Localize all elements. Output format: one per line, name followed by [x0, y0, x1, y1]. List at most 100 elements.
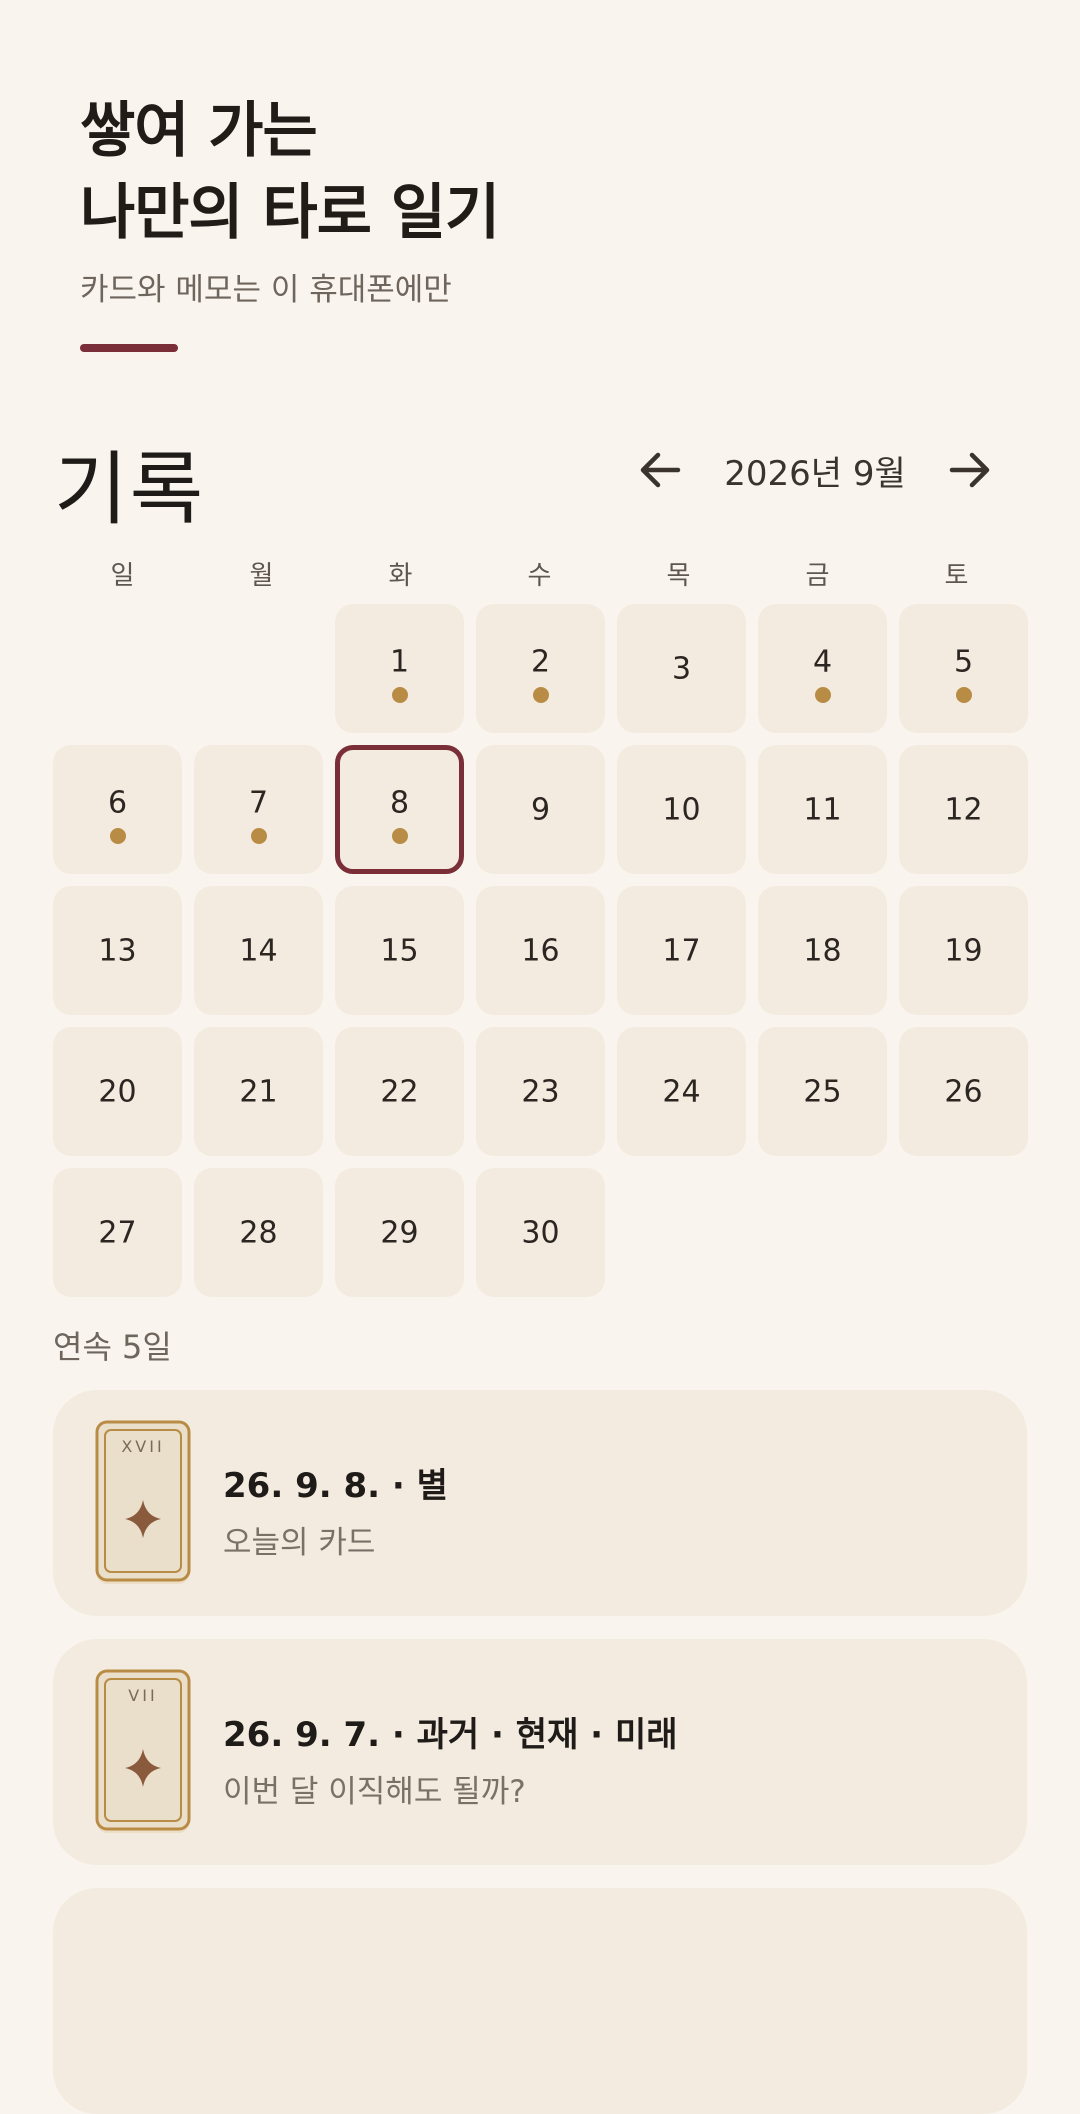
page-title: 쌓여 가는 나만의 타로 일기 — [80, 90, 500, 254]
day-number: 20 — [98, 1074, 137, 1109]
calendar-day[interactable]: 1 — [335, 604, 464, 733]
calendar-day[interactable]: 11 — [758, 745, 887, 874]
calendar-day[interactable]: 12 — [899, 745, 1028, 874]
day-number: 19 — [944, 933, 983, 968]
day-number: 24 — [662, 1074, 701, 1109]
calendar-day-selected[interactable]: 8 — [335, 745, 464, 874]
calendar-day[interactable]: 24 — [617, 1027, 746, 1156]
day-number: 15 — [380, 933, 419, 968]
day-number: 27 — [98, 1215, 137, 1250]
day-number: 8 — [389, 785, 410, 821]
calendar-day[interactable]: 13 — [53, 886, 182, 1015]
entry-memo: 오늘의 카드 — [223, 1525, 376, 1561]
day-number: 10 — [662, 792, 701, 827]
weekday-label: 금 — [805, 561, 830, 591]
section-title: 기록 — [54, 443, 206, 536]
entry-dot-icon — [391, 687, 408, 703]
calendar-blank — [53, 604, 182, 733]
page-title-line2: 나만의 타로 일기 — [80, 178, 500, 248]
calendar-day[interactable]: 18 — [758, 886, 887, 1015]
day-number: 21 — [239, 1074, 278, 1109]
entry-text: 26. 9. 7. · 과거 · 현재 · 미래이번 달 이직해도 될까? — [223, 1707, 678, 1811]
day-number: 6 — [107, 785, 128, 821]
streak-label: 연속 5일 — [53, 1328, 172, 1366]
arrow-right-icon — [949, 452, 990, 488]
entry-title: 26. 9. 8. · 별 — [223, 1466, 448, 1506]
calendar-day[interactable]: 28 — [194, 1168, 323, 1297]
weekday-label: 일 — [110, 561, 135, 591]
day-number: 23 — [521, 1074, 560, 1109]
day-number: 18 — [803, 933, 842, 968]
calendar-day[interactable]: 4 — [758, 604, 887, 733]
calendar-day[interactable]: 30 — [476, 1168, 605, 1297]
calendar-day[interactable]: 19 — [899, 886, 1028, 1015]
entry-card[interactable]: VII 26. 9. 7. · 과거 · 현재 · 미래이번 달 이직해도 될까? — [53, 1639, 1027, 1865]
month-label: 2026년 9월 — [724, 453, 906, 494]
day-number: 5 — [953, 644, 974, 680]
tarot-card-icon: VII — [95, 1669, 191, 1833]
calendar-day[interactable]: 7 — [194, 745, 323, 874]
entry-card[interactable] — [53, 1888, 1027, 2114]
month-nav: 2026년 9월 — [630, 440, 1000, 500]
weekday-label: 월 — [249, 561, 274, 591]
calendar-blank — [194, 604, 323, 733]
day-number: 28 — [239, 1215, 278, 1250]
entry-dot-icon — [109, 828, 126, 844]
calendar-day[interactable]: 21 — [194, 1027, 323, 1156]
entry-card[interactable]: XVII 26. 9. 8. · 별오늘의 카드 — [53, 1390, 1027, 1616]
day-number: 7 — [248, 785, 269, 821]
arrow-left-icon — [640, 452, 681, 488]
hero: 쌓여 가는 나만의 타로 일기 카드와 메모는 이 휴대폰에만 — [80, 90, 500, 309]
calendar-day[interactable]: 6 — [53, 745, 182, 874]
weekday-label: 화 — [388, 561, 413, 591]
calendar-day[interactable]: 14 — [194, 886, 323, 1015]
day-number: 29 — [380, 1215, 419, 1250]
weekday-label: 수 — [527, 561, 552, 591]
day-number: 3 — [671, 651, 692, 686]
calendar-day[interactable]: 9 — [476, 745, 605, 874]
calendar-day[interactable]: 3 — [617, 604, 746, 733]
entry-text: 26. 9. 8. · 별오늘의 카드 — [223, 1458, 448, 1562]
accent-divider — [80, 344, 178, 352]
day-number: 14 — [239, 933, 278, 968]
card-numeral: VII — [128, 1686, 157, 1705]
calendar-day[interactable]: 23 — [476, 1027, 605, 1156]
day-number: 17 — [662, 933, 701, 968]
weekday-header: 일월화수목금토 — [53, 555, 1027, 592]
page-title-line1: 쌓여 가는 — [80, 96, 318, 166]
day-number: 30 — [521, 1215, 560, 1250]
calendar-day[interactable]: 17 — [617, 886, 746, 1015]
entry-dot-icon — [955, 687, 972, 703]
calendar-day[interactable]: 25 — [758, 1027, 887, 1156]
entry-dot-icon — [250, 828, 267, 844]
day-number: 16 — [521, 933, 560, 968]
calendar-day[interactable]: 22 — [335, 1027, 464, 1156]
calendar-day[interactable]: 10 — [617, 745, 746, 874]
entry-memo: 이번 달 이직해도 될까? — [223, 1774, 526, 1810]
weekday-label: 토 — [944, 561, 969, 591]
calendar-day[interactable]: 16 — [476, 886, 605, 1015]
entry-dot-icon — [532, 687, 549, 703]
calendar-day[interactable]: 15 — [335, 886, 464, 1015]
prev-month-button[interactable] — [630, 440, 690, 500]
day-number: 9 — [530, 792, 551, 827]
calendar-day[interactable]: 26 — [899, 1027, 1028, 1156]
calendar-day[interactable]: 2 — [476, 604, 605, 733]
tarot-card-icon: XVII — [95, 1420, 191, 1584]
calendar-grid: 1 2 3 4 5 6 7 8 9 10 11 12 13 14 15 16 17 18 19 20 21 22 23 24 2… — [53, 604, 1028, 1297]
calendar-day[interactable]: 20 — [53, 1027, 182, 1156]
day-number: 4 — [812, 644, 833, 680]
calendar-day[interactable]: 29 — [335, 1168, 464, 1297]
card-numeral: XVII — [121, 1437, 164, 1456]
calendar-day[interactable]: 5 — [899, 604, 1028, 733]
entry-title: 26. 9. 7. · 과거 · 현재 · 미래 — [223, 1715, 678, 1755]
day-number: 12 — [944, 792, 983, 827]
day-number: 13 — [98, 933, 137, 968]
page-subtitle: 카드와 메모는 이 휴대폰에만 — [80, 272, 452, 308]
entry-dot-icon — [814, 687, 831, 703]
day-number: 26 — [944, 1074, 983, 1109]
calendar-day[interactable]: 27 — [53, 1168, 182, 1297]
next-month-button[interactable] — [940, 440, 1000, 500]
day-number: 25 — [803, 1074, 842, 1109]
weekday-label: 목 — [666, 561, 691, 591]
